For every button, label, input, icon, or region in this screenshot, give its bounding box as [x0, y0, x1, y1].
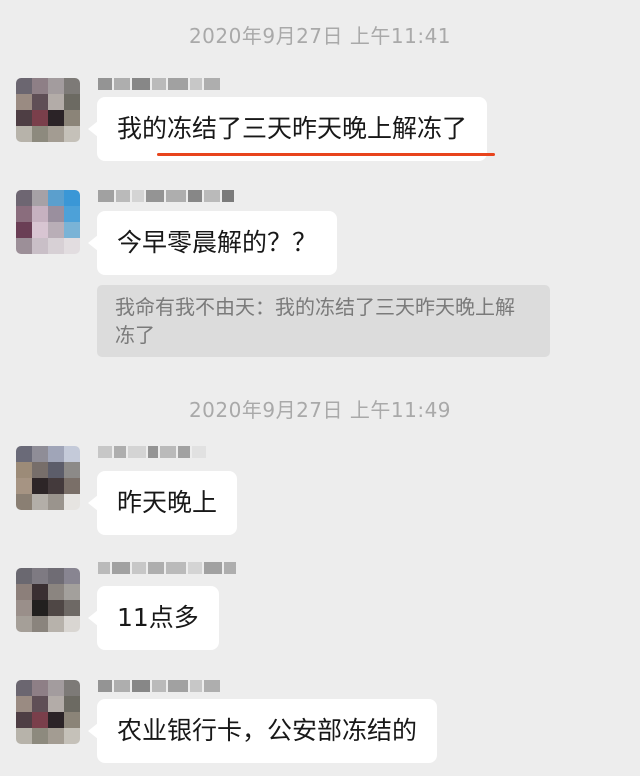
message-text: 农业银行卡，公安部冻结的 [117, 716, 418, 745]
message-bubble[interactable]: 我的冻结了三天昨天晚上解冻了 [87, 97, 488, 161]
avatar[interactable] [16, 446, 80, 510]
avatar[interactable] [16, 568, 80, 632]
message-text: 11点多 [117, 603, 199, 632]
nickname-blurred [98, 678, 220, 694]
message-bubble[interactable]: 农业银行卡，公安部冻结的 [87, 699, 438, 763]
message-text: 我的冻结了三天昨天晚上解冻了 [117, 114, 468, 143]
annotation-underline [157, 153, 495, 156]
nickname-blurred [98, 560, 236, 576]
message-text: 今早零晨解的？？ [117, 228, 318, 257]
avatar[interactable] [16, 78, 80, 142]
message-bubble[interactable]: 今早零晨解的？？ [87, 211, 338, 275]
nickname-blurred [98, 444, 206, 460]
message-bubble[interactable]: 11点多 [88, 586, 219, 650]
message-text: 昨天晚上 [117, 488, 218, 517]
quoted-message[interactable]: 我命有我不由天：我的冻结了三天昨天晚上解冻了 [97, 285, 550, 357]
timestamp: 2020年9月27日 上午11:49 [188, 398, 452, 422]
timestamp: 2020年9月27日 上午11:41 [188, 24, 452, 48]
avatar[interactable] [16, 190, 80, 254]
nickname-blurred [98, 188, 234, 204]
message-bubble[interactable]: 昨天晚上 [87, 471, 238, 535]
nickname-blurred [98, 76, 220, 92]
quoted-text: 我命有我不由天：我的冻结了三天昨天晚上解冻了 [115, 295, 515, 347]
avatar[interactable] [16, 680, 80, 744]
